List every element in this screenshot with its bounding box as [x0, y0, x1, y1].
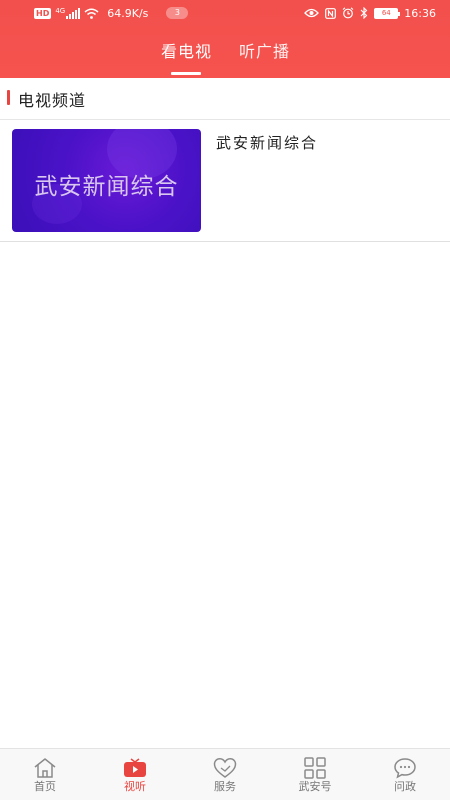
tab-listen-radio[interactable]: 听广播: [239, 38, 290, 62]
nav-item-wuan-hao[interactable]: 武安号: [280, 749, 350, 801]
tv-icon: [124, 758, 146, 777]
wifi-icon: [84, 8, 99, 19]
nav-label-wenzheng: 问政: [394, 780, 416, 793]
tab-active-indicator: [171, 72, 201, 75]
section-header: 电视频道: [0, 78, 450, 120]
heart-icon: [213, 758, 237, 778]
nav-label-home: 首页: [34, 780, 56, 793]
top-tabs: 看电视 听广播: [0, 36, 450, 78]
channel-thumbnail[interactable]: 武安新闻综合: [12, 129, 201, 232]
thumbnail-title: 武安新闻综合: [34, 174, 179, 200]
eye-icon: [304, 8, 320, 18]
notification-count: 3: [166, 7, 189, 19]
nfc-icon: [325, 7, 337, 19]
grid-icon: [304, 757, 326, 779]
clock: 16:36: [404, 6, 436, 20]
status-left: HD 4G 64.9K/s 3: [34, 6, 189, 20]
app-header: HD 4G 64.9K/s 3 64 16:36 看电视 听广播: [0, 0, 450, 78]
network-type: 4G: [55, 6, 66, 15]
hd-badge: HD: [34, 7, 52, 19]
tab-watch-tv[interactable]: 看电视: [161, 38, 212, 62]
nav-item-services[interactable]: 服务: [190, 749, 260, 801]
channel-list-item[interactable]: 武安新闻综合 武安新闻综合: [0, 120, 450, 242]
chat-bubble-icon: [394, 758, 416, 779]
bluetooth-icon: [360, 7, 368, 19]
alarm-icon: [342, 7, 354, 19]
status-bar: HD 4G 64.9K/s 3 64 16:36: [0, 0, 450, 26]
nav-item-home[interactable]: 首页: [10, 749, 80, 801]
nav-item-media[interactable]: 视听: [100, 749, 170, 801]
home-icon: [34, 758, 56, 778]
nav-label-services: 服务: [214, 780, 236, 793]
status-right: 64 16:36: [304, 6, 436, 20]
nav-label-wuan-hao: 武安号: [298, 780, 332, 793]
nav-item-wenzheng[interactable]: 问政: [370, 749, 440, 801]
signal-icon: [66, 7, 81, 19]
battery-icon: 64: [374, 7, 401, 19]
channel-name[interactable]: 武安新闻综合: [216, 132, 318, 153]
network-speed: 64.9K/s: [107, 6, 149, 20]
bottom-nav: 首页 视听 服务 武安号 问政: [0, 748, 450, 800]
nav-label-media: 视听: [124, 780, 146, 793]
section-title: 电视频道: [18, 91, 87, 110]
section-accent-bar: [7, 90, 10, 105]
